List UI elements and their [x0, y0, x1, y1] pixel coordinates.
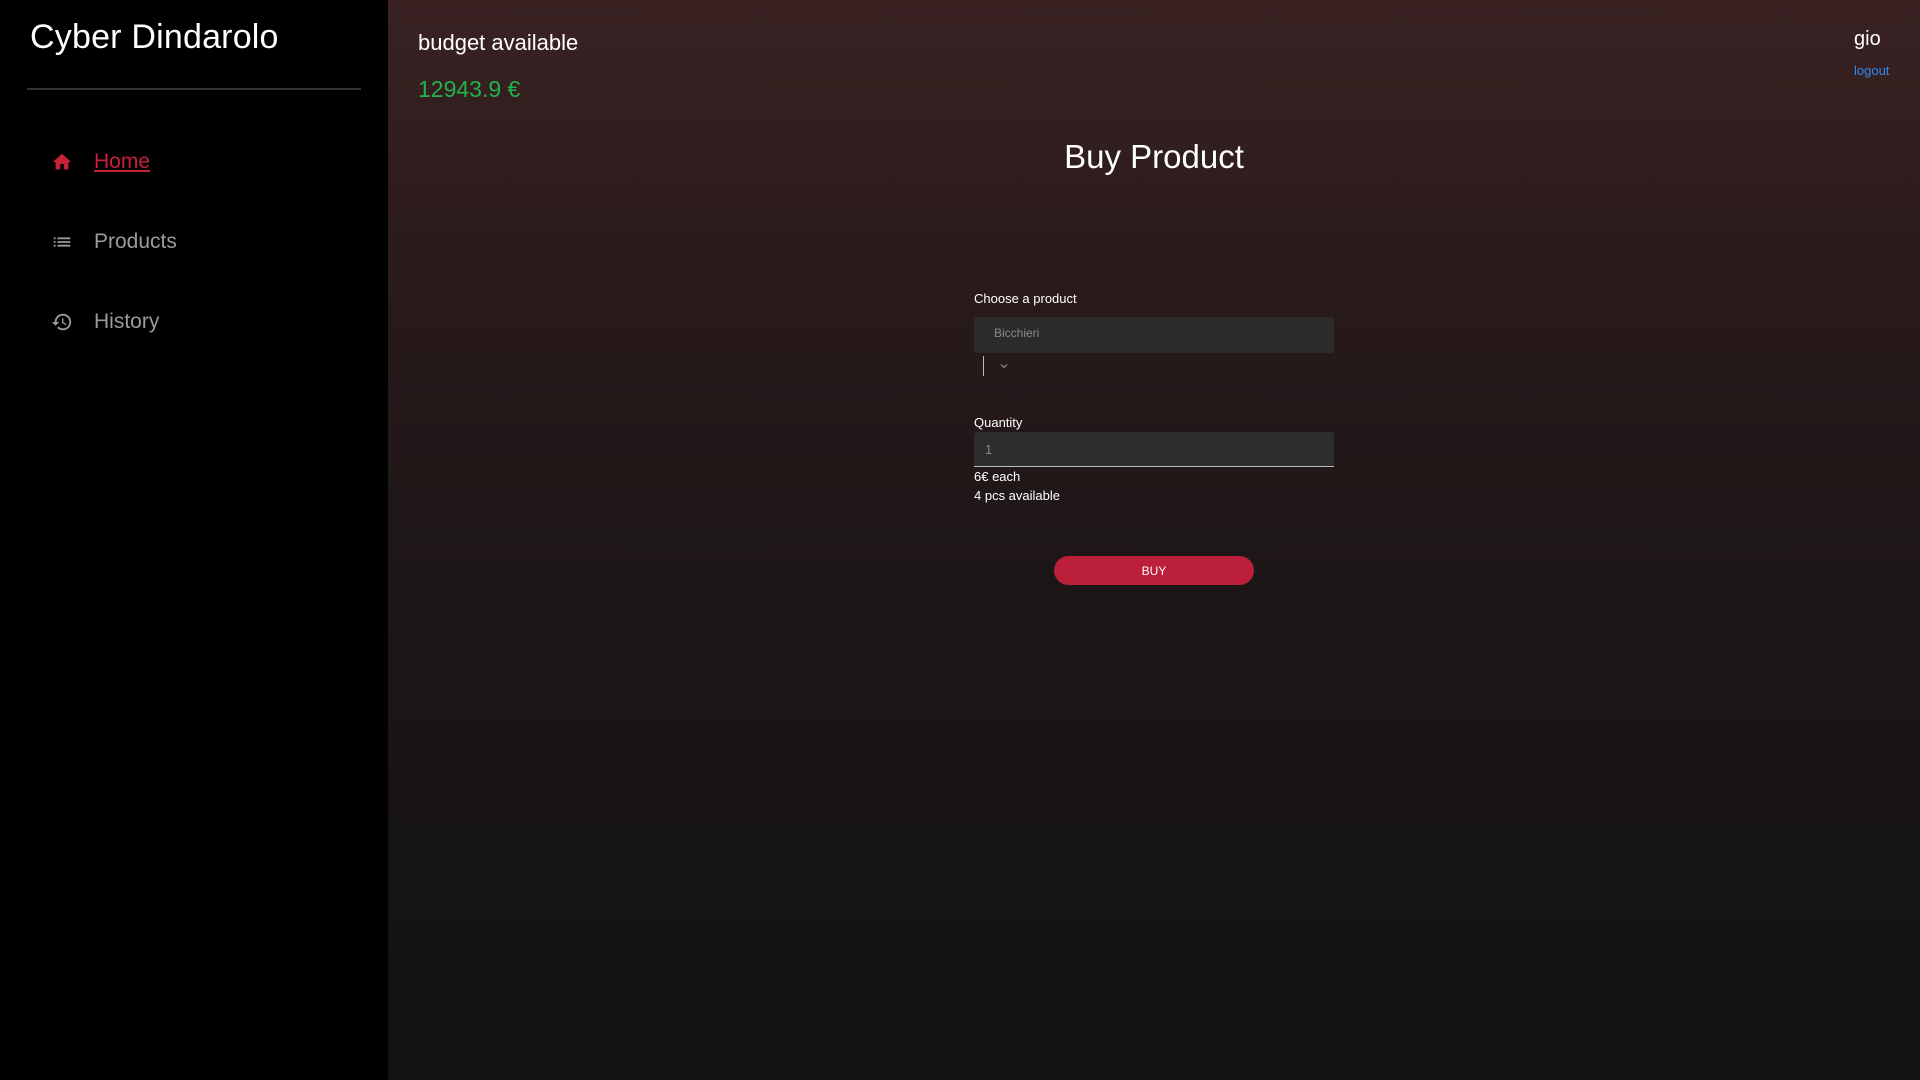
- price-note: 6€ each: [974, 469, 1021, 484]
- sidebar-item-home[interactable]: Home: [48, 148, 150, 176]
- sidebar-item-history[interactable]: History: [48, 308, 159, 336]
- app-root: Cyber Dindarolo Home Products History bu…: [0, 0, 1920, 1080]
- stock-note: 4 pcs available: [974, 488, 1060, 503]
- sidebar-item-label: Products: [94, 230, 177, 253]
- chevron-down-icon[interactable]: [996, 358, 1012, 374]
- product-select-value: Bicchieri: [994, 326, 1040, 340]
- home-icon: [48, 148, 76, 176]
- budget-value: 12943.9 €: [418, 76, 521, 102]
- main-content: budget available 12943.9 € gio logout Bu…: [388, 0, 1920, 1080]
- page-title: Buy Product: [1064, 138, 1244, 175]
- sidebar: Cyber Dindarolo Home Products History: [0, 0, 388, 1080]
- select-separator: [983, 356, 984, 376]
- user-name: gio: [1854, 28, 1881, 50]
- sidebar-item-label: Home: [94, 150, 151, 173]
- product-label: Choose a product: [974, 291, 1077, 306]
- logout-link[interactable]: logout: [1854, 63, 1889, 78]
- sidebar-divider: [27, 88, 361, 90]
- list-icon: [48, 228, 76, 256]
- history-icon: [48, 308, 76, 336]
- product-select[interactable]: Bicchieri: [974, 317, 1334, 353]
- sidebar-item-label: History: [94, 310, 160, 333]
- brand-title: Cyber Dindarolo: [30, 18, 279, 56]
- buy-button[interactable]: BUY: [1054, 556, 1254, 585]
- quantity-input[interactable]: [974, 432, 1334, 467]
- budget-title: budget available: [418, 30, 579, 55]
- quantity-label: Quantity: [974, 415, 1023, 430]
- sidebar-item-products[interactable]: Products: [48, 228, 177, 256]
